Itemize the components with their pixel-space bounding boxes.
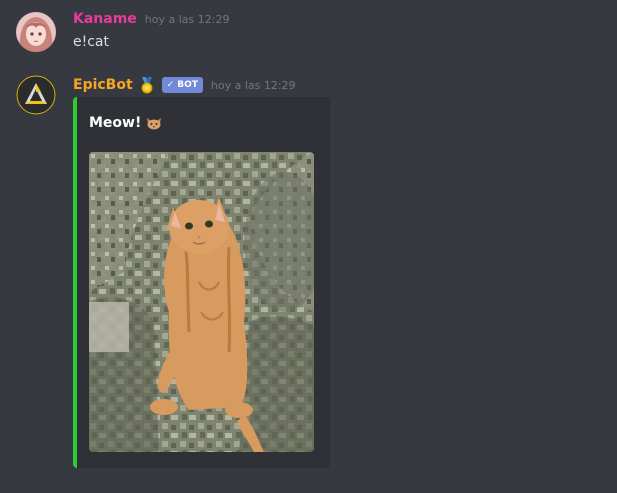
anime-girl-avatar-image — [16, 12, 56, 52]
chat-area: Kaname hoy a las 12:29 e!cat EpicBot ✓ B… — [0, 0, 617, 493]
verified-check-icon: ✓ — [166, 80, 175, 90]
embed-title: Meow! — [89, 115, 162, 131]
user-avatar-kaname[interactable] — [16, 12, 56, 52]
embed-color-bar — [73, 97, 77, 468]
medal-icon — [138, 76, 156, 94]
username-epicbot[interactable]: EpicBot — [73, 77, 133, 93]
cat-face-icon — [146, 116, 162, 130]
user-avatar-epicbot[interactable] — [16, 75, 56, 115]
bot-tag: ✓ BOT — [161, 77, 203, 93]
message-header-kaname: Kaname hoy a las 12:29 — [73, 11, 229, 27]
bot-tag-label: BOT — [177, 80, 198, 90]
timestamp[interactable]: hoy a las 12:29 — [211, 79, 296, 92]
embed-title-text: Meow! — [89, 115, 142, 131]
timestamp[interactable]: hoy a las 12:29 — [145, 13, 230, 26]
bot-embed: Meow! — [73, 97, 330, 468]
orange-cat-photo[interactable] — [89, 152, 314, 452]
message-header-epicbot: EpicBot ✓ BOT hoy a las 12:29 — [73, 76, 296, 94]
message-text: e!cat — [73, 34, 109, 50]
username-kaname[interactable]: Kaname — [73, 11, 137, 27]
epicbot-logo-avatar-image — [16, 75, 56, 115]
